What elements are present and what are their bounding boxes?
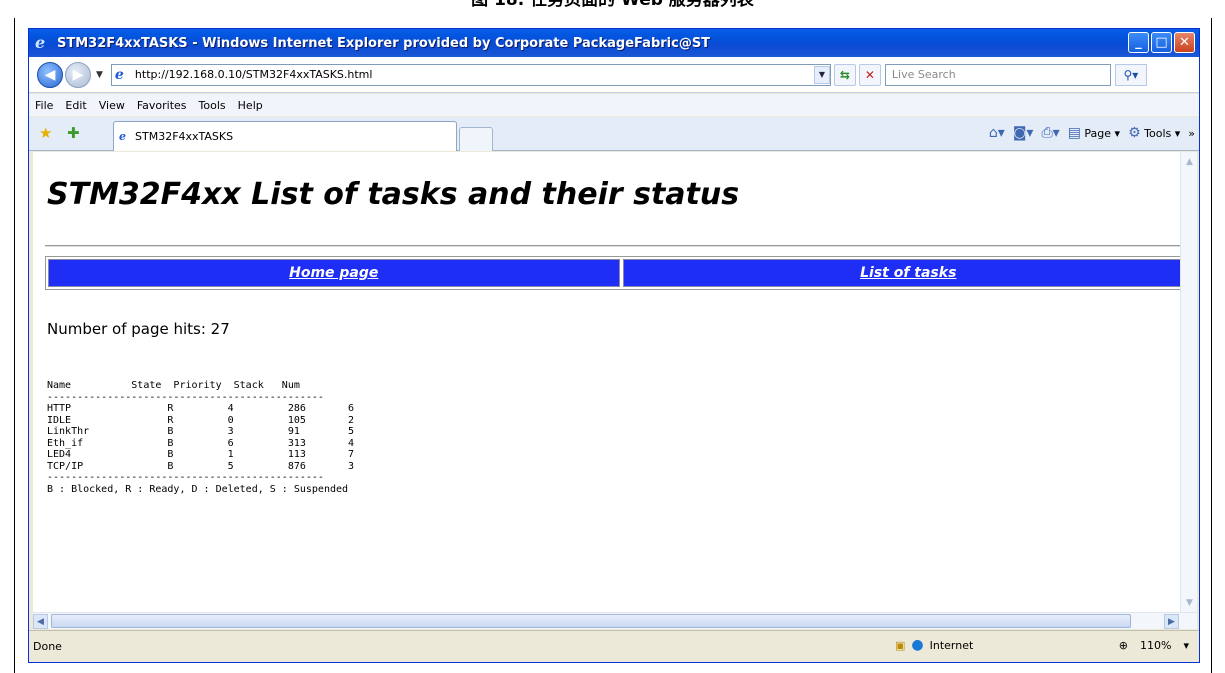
tab-label: STM32F4xxTASKS: [135, 130, 234, 143]
add-favorite-icon[interactable]: ✚: [67, 124, 80, 142]
tab-bar: ★ ✚ e STM32F4xxTASKS ⌂▾ ◙▾ ⎙▾ ▤ Page ▾ ⚙…: [29, 117, 1199, 151]
browser-window: e STM32F4xxTASKS - Windows Internet Expl…: [28, 28, 1200, 663]
address-input[interactable]: http://192.168.0.10/STM32F4xxTASKS.html: [135, 68, 373, 81]
status-bar: Done ▣ ● Internet ⊕ 110% ▾: [29, 630, 1199, 662]
security-zone[interactable]: ▣ ● Internet: [895, 637, 973, 653]
command-bar: ⌂▾ ◙▾ ⎙▾ ▤ Page ▾ ⚙ Tools ▾ »: [989, 125, 1195, 141]
menu-view[interactable]: View: [99, 99, 125, 112]
menu-help[interactable]: Help: [238, 99, 263, 112]
menu-bar: File Edit View Favorites Tools Help: [29, 94, 1199, 116]
menu-file[interactable]: File: [35, 99, 53, 112]
menu-edit[interactable]: Edit: [65, 99, 86, 112]
stop-button[interactable]: ✕: [858, 63, 881, 86]
page-hits-counter: Number of page hits: 27: [47, 320, 230, 338]
zoom-dropdown-icon[interactable]: ▾: [1183, 639, 1189, 652]
close-button[interactable]: ✕: [1174, 32, 1195, 53]
scroll-right-icon[interactable]: ▶: [1164, 614, 1179, 629]
tools-menu-button[interactable]: ⚙ Tools ▾: [1128, 125, 1180, 141]
page-title: STM32F4xx List of tasks and their status: [47, 177, 740, 212]
list-of-tasks-link[interactable]: List of tasks: [860, 265, 956, 281]
zoom-level: 110%: [1140, 639, 1172, 652]
tab-favicon-icon: e: [119, 130, 126, 143]
window-title: STM32F4xxTASKS - Windows Internet Explor…: [57, 35, 711, 51]
chevron-more-icon[interactable]: »: [1188, 127, 1195, 140]
horizontal-rule: [45, 245, 1197, 247]
zoom-icon: ⊕: [1118, 639, 1129, 652]
forward-button[interactable]: ▶: [65, 61, 91, 88]
scroll-down-icon[interactable]: ▼: [1182, 595, 1197, 610]
scroll-left-icon[interactable]: ◀: [33, 614, 48, 629]
address-toolbar: ◀ ▶ ▼ e http://192.168.0.10/STM32F4xxTAS…: [29, 57, 1199, 93]
home-page-link[interactable]: Home page: [289, 265, 378, 281]
search-icon: ⚲▾: [1123, 67, 1139, 82]
search-input[interactable]: Live Search: [884, 63, 1111, 86]
home-icon[interactable]: ⌂▾: [989, 125, 1005, 141]
horizontal-scrollbar[interactable]: ◀ ▶: [33, 612, 1197, 629]
page-icon: ▤: [1067, 125, 1081, 141]
stop-icon: ✕: [864, 67, 875, 82]
print-icon[interactable]: ⎙▾: [1041, 125, 1059, 141]
forward-icon: ▶: [72, 66, 84, 83]
refresh-icon: ⇆: [839, 67, 850, 82]
search-button[interactable]: ⚲▾: [1114, 63, 1147, 86]
globe-icon: ●: [911, 637, 924, 653]
back-button[interactable]: ◀: [37, 61, 63, 88]
task-list-table: Name State Priority Stack Num ----------…: [47, 380, 355, 495]
back-icon: ◀: [44, 66, 56, 83]
vertical-scrollbar[interactable]: ▲ ▼: [1180, 152, 1197, 612]
status-text: Done: [33, 640, 62, 653]
page-navigation: Home page List of tasks: [45, 256, 1197, 290]
refresh-button[interactable]: ⇆: [833, 63, 856, 86]
address-bar[interactable]: e http://192.168.0.10/STM32F4xxTASKS.htm…: [110, 63, 831, 86]
page-favicon-icon: e: [114, 66, 124, 83]
zone-label: Internet: [929, 638, 974, 652]
scroll-thumb[interactable]: [51, 614, 1131, 628]
favorites-star-icon[interactable]: ★: [39, 124, 52, 142]
scroll-up-icon[interactable]: ▲: [1182, 154, 1197, 169]
minimize-button[interactable]: _: [1128, 32, 1149, 53]
menu-tools[interactable]: Tools: [199, 99, 226, 112]
history-dropdown-icon[interactable]: ▼: [96, 70, 103, 80]
maximize-button[interactable]: □: [1151, 32, 1172, 53]
zoom-control[interactable]: ⊕ 110% ▾: [1119, 639, 1189, 652]
title-bar[interactable]: e STM32F4xxTASKS - Windows Internet Expl…: [29, 29, 1199, 57]
menu-favorites[interactable]: Favorites: [137, 99, 187, 112]
figure-caption: 图 18. 任务页面的 Web 服务器列表: [471, 0, 754, 10]
tab-stm32f4xxtasks[interactable]: e STM32F4xxTASKS: [113, 121, 457, 151]
protected-mode-icon: ▣: [895, 638, 906, 652]
page-menu-button[interactable]: ▤ Page ▾: [1068, 125, 1120, 141]
nav-cell-home: Home page: [48, 259, 620, 287]
ie-logo-icon: e: [35, 33, 46, 52]
tools-gear-icon: ⚙: [1128, 125, 1141, 141]
new-tab-button[interactable]: [459, 127, 493, 151]
web-page-content: STM32F4xx List of tasks and their status…: [33, 152, 1197, 612]
address-dropdown-icon[interactable]: ▼: [813, 65, 830, 84]
nav-cell-tasks: List of tasks: [622, 259, 1194, 287]
feeds-icon[interactable]: ◙▾: [1013, 125, 1034, 141]
window-controls: _ □ ✕: [1128, 32, 1195, 53]
